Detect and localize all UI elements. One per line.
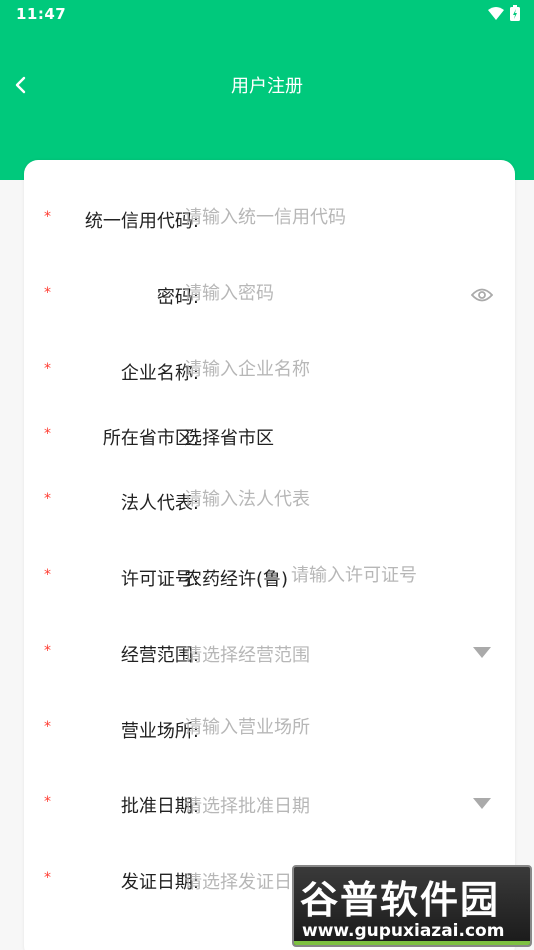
business-scope-select[interactable]: 请选择经营范围 <box>184 641 310 667</box>
caret-down-icon[interactable] <box>471 794 493 814</box>
business-place-input[interactable] <box>184 717 464 738</box>
company-name-row: * 企业名称: <box>24 351 515 391</box>
status-time: 11:47 <box>16 5 67 23</box>
required-mark: * <box>44 643 51 659</box>
nav-bar: 用户注册 <box>0 60 534 110</box>
status-bar: 11:47 <box>0 0 534 28</box>
approval-date-row[interactable]: * 批准日期: 请选择批准日期 <box>24 784 515 824</box>
password-row: * 密码: <box>24 275 515 315</box>
license-no-row: * 许可证号: 农药经许(鲁) <box>24 557 515 597</box>
license-prefix: 农药经许(鲁) <box>184 569 289 590</box>
required-mark: * <box>44 870 51 886</box>
company-name-input[interactable] <box>184 359 464 380</box>
legal-rep-row: * 法人代表: <box>24 481 515 521</box>
wifi-icon <box>488 6 504 20</box>
watermark-brand: 谷普软件园 <box>300 878 501 922</box>
region-select[interactable]: 选择省市区 <box>184 424 274 450</box>
status-icons <box>488 5 520 21</box>
credit-code-input[interactable] <box>184 207 464 228</box>
caret-down-icon[interactable] <box>471 643 493 663</box>
credit-code-row: * 统一信用代码: <box>24 199 515 239</box>
business-place-row: * 营业场所: <box>24 709 515 749</box>
required-mark: * <box>44 491 51 507</box>
legal-rep-input[interactable] <box>184 489 464 510</box>
watermark-stripe <box>294 941 530 945</box>
watermark-logo: 谷普软件园 www.gupuxiazai.com <box>292 865 532 947</box>
required-mark: * <box>44 567 51 583</box>
battery-icon <box>510 5 520 21</box>
required-mark: * <box>44 794 51 810</box>
business-scope-row[interactable]: * 经营范围: 请选择经营范围 <box>24 633 515 673</box>
required-mark: * <box>44 426 51 442</box>
license-no-input[interactable] <box>291 565 491 586</box>
required-mark: * <box>44 719 51 735</box>
approval-date-select[interactable]: 请选择批准日期 <box>184 792 310 818</box>
required-mark: * <box>44 285 51 301</box>
watermark-url: www.gupuxiazai.com <box>302 921 505 941</box>
credit-code-label: 统一信用代码: <box>84 211 199 232</box>
region-row[interactable]: * 所在省市区: 选择省市区 <box>24 416 515 456</box>
password-input[interactable] <box>184 283 464 304</box>
required-mark: * <box>44 361 51 377</box>
page-title: 用户注册 <box>231 76 303 97</box>
eye-icon[interactable] <box>471 285 493 305</box>
required-mark: * <box>44 209 51 225</box>
registration-form-card: * 统一信用代码: * 密码: * 企业名称: * 所在省市区: 选择省市区 *… <box>24 160 515 950</box>
